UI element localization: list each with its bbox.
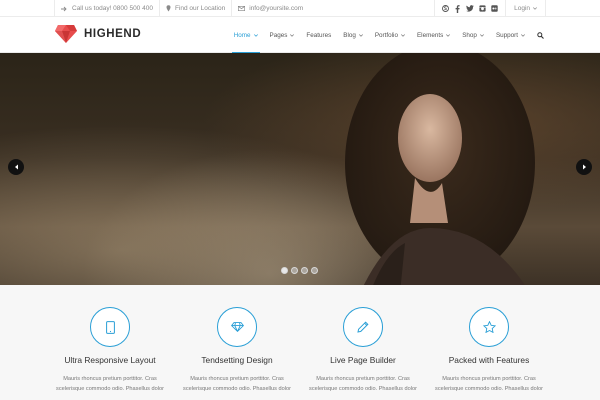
- feature-icon-circle: [90, 307, 130, 347]
- chevron-down-icon: [358, 34, 363, 37]
- nav-item-shop[interactable]: Shop: [462, 18, 484, 53]
- facebook-icon[interactable]: [453, 4, 463, 14]
- chevron-down-icon: [401, 34, 405, 37]
- feature-card: Ultra Responsive Layout Mauris rhoncus p…: [45, 307, 175, 394]
- feature-title: Live Page Builder: [330, 355, 396, 365]
- feature-text: Mauris rhoncus pretium porttitor. Cras s…: [435, 376, 543, 392]
- chevron-down-icon: [533, 7, 537, 10]
- feature-icon-circle: [343, 307, 383, 347]
- top-bar: Call us today! 0800 500 400 Find our Loc…: [0, 0, 600, 17]
- nav-item-blog[interactable]: Blog: [343, 18, 363, 53]
- twitter-icon[interactable]: [465, 4, 475, 14]
- feature-card: Live Page Builder Mauris rhoncus pretium…: [298, 307, 428, 394]
- nav-item-elements[interactable]: Elements: [417, 18, 451, 53]
- slider-dot[interactable]: [311, 267, 318, 274]
- login-label: Login: [514, 5, 530, 12]
- location-link[interactable]: Find our Location: [158, 0, 231, 17]
- hero-slider: [0, 53, 600, 285]
- feature-card: Packed with Features Mauris rhoncus pret…: [424, 307, 554, 394]
- feature-text: Mauris rhoncus pretium porttitor. Cras s…: [309, 376, 417, 392]
- nav-item-pages[interactable]: Pages: [270, 18, 295, 53]
- feature-card: Tendsetting Design Mauris rhoncus pretiu…: [172, 307, 302, 394]
- phone-arrow-icon: [61, 6, 67, 11]
- feature-icon-circle: [217, 307, 257, 347]
- nav-item-portfolio[interactable]: Portfolio: [375, 18, 405, 53]
- slider-dot[interactable]: [281, 267, 288, 274]
- slider-prev-button[interactable]: [8, 159, 24, 175]
- feature-title: Tendsetting Design: [201, 355, 273, 365]
- features-section: Ultra Responsive Layout Mauris rhoncus p…: [0, 285, 600, 400]
- slider-pagination: [281, 267, 321, 274]
- pencil-icon: [357, 321, 369, 333]
- login-dropdown[interactable]: Login: [505, 0, 546, 17]
- ruby-gem-icon: [55, 25, 77, 43]
- chevron-down-icon: [446, 34, 451, 37]
- arrow-right-icon: [582, 164, 586, 170]
- feature-title: Ultra Responsive Layout: [64, 355, 156, 365]
- phone-text: Call us today! 0800 500 400: [72, 5, 153, 12]
- slider-dot[interactable]: [291, 267, 298, 274]
- main-nav: Home Pages Features Blog Portfolio Eleme…: [228, 18, 544, 54]
- nav-item-support[interactable]: Support: [496, 18, 525, 53]
- arrow-left-icon: [14, 164, 18, 170]
- location-text: Find our Location: [174, 5, 226, 12]
- flickr-icon[interactable]: [490, 4, 500, 14]
- chevron-down-icon: [290, 34, 295, 37]
- map-pin-icon: [166, 5, 171, 12]
- tablet-icon: [105, 320, 115, 334]
- chevron-down-icon: [521, 34, 525, 37]
- main-header: HIGHEND Home Pages Features Blog Portfol…: [0, 18, 600, 54]
- email-link[interactable]: info@yoursite.com: [231, 0, 309, 17]
- nav-item-home[interactable]: Home: [231, 18, 260, 54]
- diamond-icon: [230, 322, 244, 332]
- chevron-down-icon: [479, 34, 484, 37]
- feature-title: Packed with Features: [448, 355, 530, 365]
- star-icon: [482, 321, 496, 333]
- site-logo[interactable]: HIGHEND: [54, 24, 141, 44]
- search-button[interactable]: [537, 32, 544, 39]
- chevron-down-icon: [253, 34, 258, 37]
- feature-icon-circle: [469, 307, 509, 347]
- instagram-icon[interactable]: [478, 4, 488, 14]
- feature-text: Mauris rhoncus pretium porttitor. Cras s…: [56, 376, 164, 392]
- email-icon: [238, 6, 246, 11]
- nav-item-features[interactable]: Features: [306, 18, 331, 53]
- phone-info: Call us today! 0800 500 400: [54, 0, 159, 17]
- hero-photo: [345, 53, 535, 285]
- feature-text: Mauris rhoncus pretium porttitor. Cras s…: [183, 376, 291, 392]
- social-links: [434, 0, 505, 17]
- skype-icon[interactable]: [440, 4, 450, 14]
- slider-next-button[interactable]: [576, 159, 592, 175]
- slider-dot[interactable]: [301, 267, 308, 274]
- search-icon: [537, 32, 544, 39]
- email-text: info@yoursite.com: [249, 5, 304, 12]
- logo-text: HIGHEND: [84, 28, 142, 40]
